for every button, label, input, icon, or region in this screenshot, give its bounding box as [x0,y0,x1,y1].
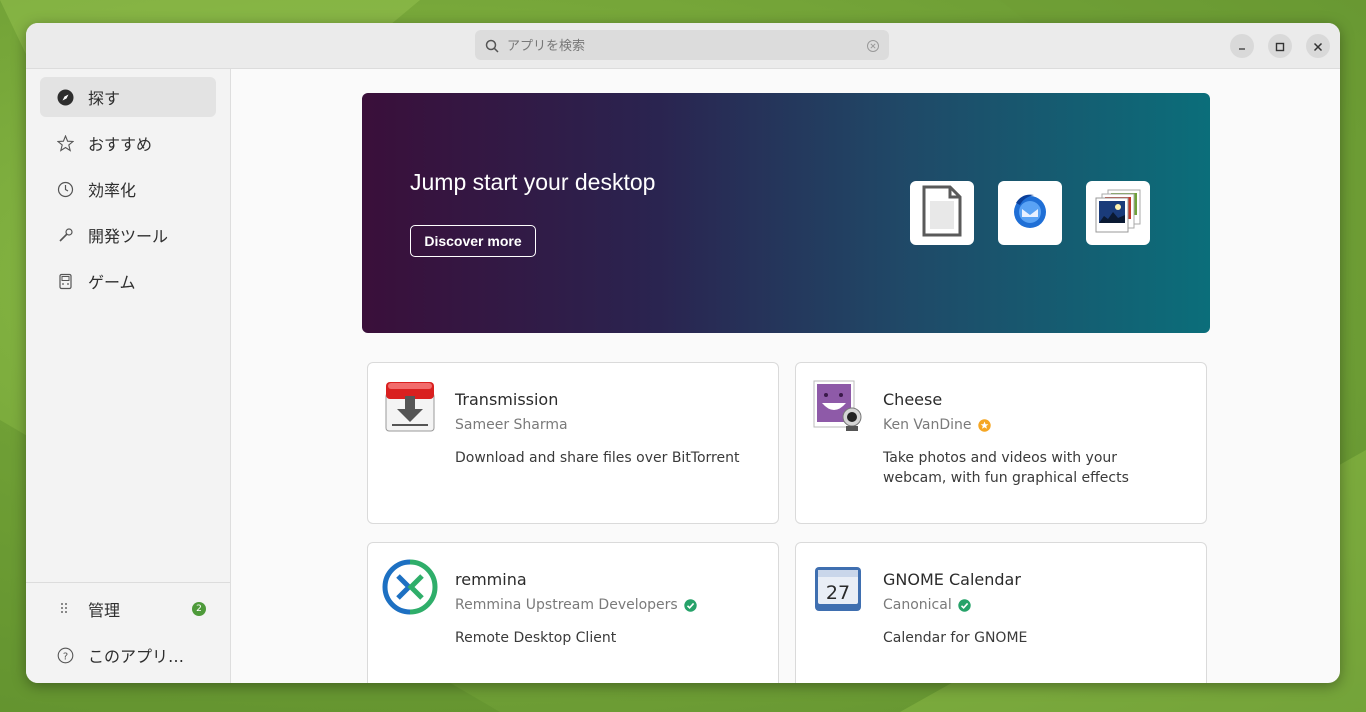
sidebar-item-explore[interactable]: 探す [40,77,216,117]
app-name: Transmission [455,390,559,409]
minimize-button[interactable] [1230,34,1254,58]
app-developer: Remmina Upstream Developers [455,597,697,613]
sidebar-item-label: ゲーム [88,273,136,292]
gnome-calendar-icon: 27 [810,559,866,615]
shotwell-icon [1094,188,1142,238]
libreoffice-tile[interactable] [910,181,974,245]
sidebar-item-manage[interactable]: 管理 2 [40,589,216,629]
search-icon [485,38,499,57]
sidebar-item-label: 管理 [88,601,121,620]
minimize-icon [1237,37,1247,56]
app-description: Calendar for GNOME [883,630,1028,646]
libreoffice-icon [920,185,964,241]
sidebar-item-label: 効率化 [88,181,137,200]
app-description: Take photos and videos with your webcam,… [883,450,1129,486]
star-badge-icon [977,418,991,432]
search-input[interactable] [505,34,859,58]
transmission-icon [382,379,438,435]
discover-more-button[interactable]: Discover more [410,225,536,257]
app-window: 探す おすすめ 効率化 開発ツール ゲーム [26,23,1340,683]
close-icon [1313,37,1323,56]
thunderbird-icon [1010,191,1050,235]
thunderbird-tile[interactable] [998,181,1062,245]
wrench-icon [56,226,74,244]
developer-name: Sameer Sharma [455,417,568,433]
app-card-transmission[interactable]: Transmission Sameer Sharma Download and … [367,362,779,524]
sidebar-item-about[interactable]: ? このアプリ… [40,635,216,675]
star-icon [56,134,74,152]
banner-title: Jump start your desktop [410,169,656,195]
calendar-day: 27 [826,582,850,604]
updates-count-badge: 2 [192,602,206,616]
app-name: GNOME Calendar [883,570,1021,589]
app-description: Remote Desktop Client [455,630,617,646]
app-card-remmina[interactable]: remmina Remmina Upstream Developers Remo… [367,542,779,683]
app-name: Cheese [883,390,943,409]
grid-dots-icon [56,600,74,618]
app-developer: Canonical [883,597,971,613]
app-description: Download and share files over BitTorrent [455,450,740,466]
clear-search-icon[interactable] [866,38,880,57]
sidebar-item-label: おすすめ [88,135,153,154]
sidebar-item-label: 探す [88,89,121,108]
sidebar: 探す おすすめ 効率化 開発ツール ゲーム 管理 2 ? このアプリ… [26,69,231,683]
remmina-icon [382,559,438,615]
developer-name: Ken VanDine [883,417,972,433]
shotwell-tile[interactable] [1086,181,1150,245]
app-card-cheese[interactable]: Cheese Ken VanDine Take photos and video… [795,362,1207,524]
app-developer: Ken VanDine [883,417,991,433]
help-icon: ? [56,646,74,664]
sidebar-item-games[interactable]: ゲーム [40,261,216,301]
explore-content: Jump start your desktop Discover more Tr… [231,69,1340,683]
sidebar-item-recommended[interactable]: おすすめ [40,123,216,163]
gamepad-icon [56,272,74,290]
maximize-icon [1275,37,1285,56]
cheese-icon [810,379,866,435]
developer-name: Remmina Upstream Developers [455,597,678,613]
sidebar-divider [26,582,230,583]
sidebar-item-productivity[interactable]: 効率化 [40,169,216,209]
compass-icon [56,88,74,106]
developer-name: Canonical [883,597,952,613]
app-name: remmina [455,570,527,589]
app-developer: Sameer Sharma [455,417,568,433]
sidebar-item-developer-tools[interactable]: 開発ツール [40,215,216,255]
close-button[interactable] [1306,34,1330,58]
app-card-gnome-calendar[interactable]: 27 GNOME Calendar Canonical Calendar for… [795,542,1207,683]
search-box[interactable] [475,30,889,60]
header-bar [26,23,1340,69]
maximize-button[interactable] [1268,34,1292,58]
verified-icon [958,598,971,612]
sidebar-item-label: このアプリ… [88,647,185,666]
svg-text:?: ? [62,651,67,662]
sidebar-item-label: 開発ツール [88,227,169,246]
featured-banner[interactable]: Jump start your desktop Discover more [362,93,1210,333]
clock-icon [56,180,74,198]
verified-icon [684,598,697,612]
